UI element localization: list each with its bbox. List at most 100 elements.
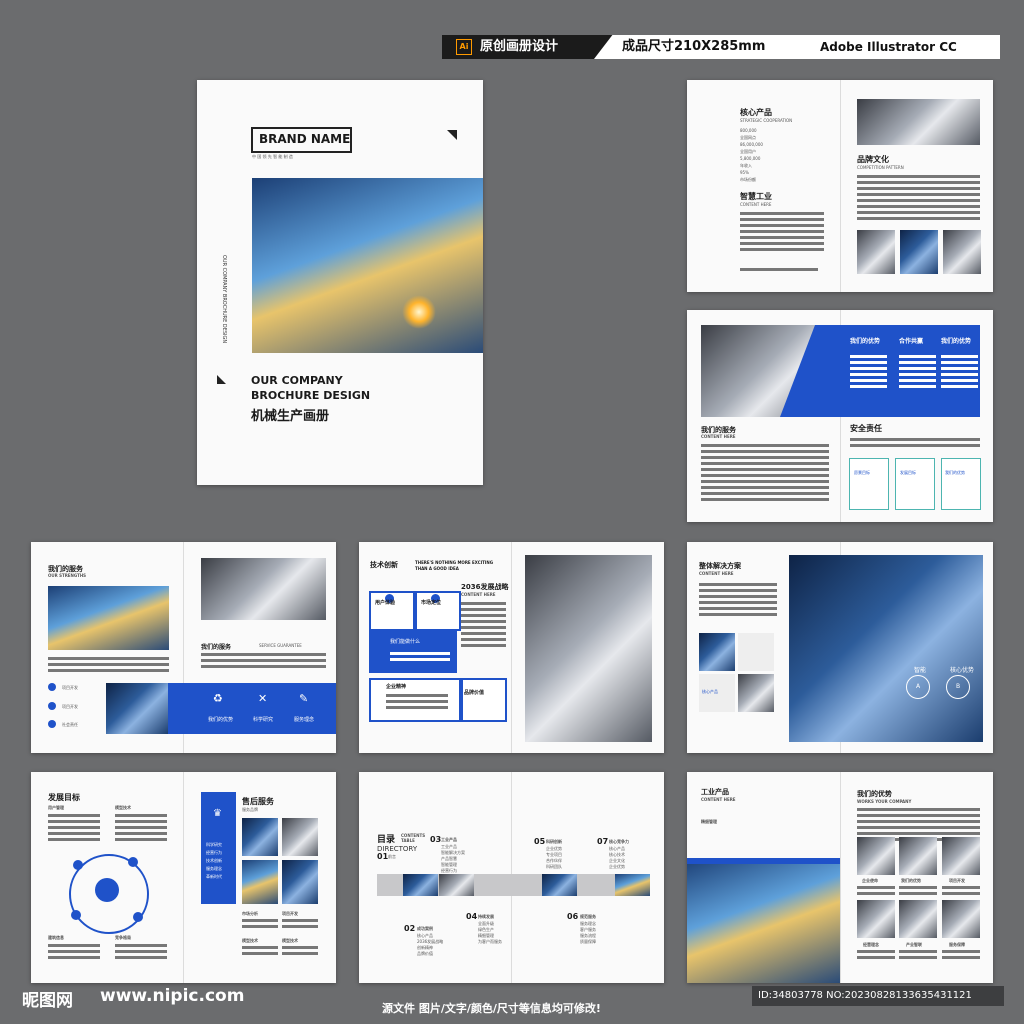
bar-item-1: 科学研究	[253, 717, 274, 723]
stat-4: 5,800,000	[740, 156, 761, 161]
circle-b: B	[946, 675, 970, 699]
solution-title: 整体解决方案	[699, 562, 741, 570]
cover-page: BRAND NAME 中 国 领 先 智 能 制 造 OUR COMPANY B…	[197, 80, 483, 485]
stat-6: 95%	[740, 170, 749, 175]
cycle-node-1	[73, 860, 83, 870]
slogan-1: THERE'S NOTHING MORE EXCITING	[415, 560, 493, 565]
spread-services: 我们的优势 合作共赢 我们的优势 我们的服务 CONTENT HERE 安全责任…	[687, 310, 993, 522]
corner-mark	[447, 130, 457, 140]
ai-icon: Ai	[456, 38, 472, 55]
dir-t05: 科研创新	[546, 839, 562, 844]
after-list-0: 科学研究	[206, 842, 222, 847]
box-market-label: 市场定位	[421, 600, 442, 606]
goal-label-0: 愿景目标	[854, 470, 870, 475]
after-list-1: 经营行为	[206, 850, 222, 855]
goal-box-0	[849, 458, 889, 510]
dir-photo-4	[615, 874, 650, 896]
stat-5: 年收入	[740, 163, 752, 168]
model-tech-2: 模型技术	[282, 938, 298, 943]
core-sub: STRATEGIC COOPERATION	[740, 118, 793, 123]
core-title: 核心产品	[740, 108, 772, 117]
dir-n02: 02	[404, 924, 416, 933]
col-title-0: 我们的优势	[850, 338, 881, 345]
cycle-node-2	[128, 857, 138, 867]
adv-label-5: 服务保障	[949, 942, 965, 947]
adv-photo-6	[942, 900, 980, 938]
dir-n05: 05	[534, 837, 546, 846]
adv-label-3: 经营理念	[863, 942, 879, 947]
recycle-icon: ♻	[213, 692, 223, 705]
col-title-2: 我们的优势	[941, 338, 972, 345]
industrial-sub: CONTENT HERE	[701, 797, 736, 802]
adv-label-4: 产业智联	[906, 942, 922, 947]
dir-s03-4: 经营行为	[441, 868, 457, 873]
dir-n01: 01	[377, 852, 389, 861]
box-brand-value-label: 品牌价值	[464, 690, 485, 696]
trophy-icon: ♛	[213, 808, 222, 819]
cycle-node-3	[133, 912, 143, 922]
dir-t02: 成功案例	[417, 926, 433, 931]
pipes-photo	[525, 555, 652, 742]
dir-t04: 持续发展	[478, 914, 494, 919]
service-bar	[168, 683, 336, 734]
dir-n04: 04	[466, 912, 478, 921]
box-what-we-do-label: 我们能做什么	[390, 639, 421, 645]
stat-3: 全国用户	[740, 149, 756, 154]
aftersales-sub: 服务品牌	[242, 807, 258, 812]
after-photo-3	[242, 860, 278, 904]
after-photo-4	[282, 860, 318, 904]
project-dev: 项目开发	[282, 911, 298, 916]
dir-t03: 工业产品	[441, 837, 457, 842]
dir-s05-3: 科研团队	[546, 864, 562, 869]
dir-n06: 06	[567, 912, 579, 921]
model-tech-1: 模型技术	[242, 938, 258, 943]
cover-vertical-text: OUR COMPANY BROCHURE DESIGN	[221, 255, 227, 344]
bar-item-0: 我们的优势	[208, 717, 234, 723]
after-photo-2	[282, 818, 318, 856]
box-spirit-label: 企业精神	[386, 684, 407, 690]
service-sub: CONTENT HERE	[701, 434, 736, 439]
adv-photo-5	[899, 900, 937, 938]
stat-0: 800,000	[740, 128, 757, 133]
workshop-photo	[106, 683, 168, 734]
strategy-sub: CONTENT HERE	[461, 592, 496, 597]
list-item-2: 社会责任	[62, 722, 78, 727]
advantage-sub: WORKS YOUR COMPANY	[857, 799, 912, 804]
cycle-node-4	[71, 910, 81, 920]
bar-item-2: 服务理念	[294, 717, 315, 723]
tag-software: Adobe Illustrator CC 2018	[800, 35, 1000, 59]
after-photo-1	[242, 818, 278, 856]
dir-s07-3: 企业优势	[609, 864, 625, 869]
robots-photo	[687, 858, 840, 983]
spread-strengths: 我们的服务 OUR STRENGTHS 项目开发 项目开发 社会责任 我们的服务…	[31, 542, 336, 753]
directory-title: 目录	[377, 835, 396, 845]
footer-notice: 源文件 图片/文字/颜色/尺寸等信息均可修改!	[382, 1002, 601, 1015]
list-dot-0	[48, 683, 56, 691]
dir-photo-3	[542, 874, 577, 896]
box-user-exp-label: 用户体验	[375, 600, 396, 606]
goal-box-1	[895, 458, 935, 510]
list-item-1: 项目开发	[62, 704, 78, 709]
tag-original: Ai 原创画册设计	[442, 35, 616, 59]
building-info: 建筑信息	[48, 935, 64, 940]
nipic-url[interactable]: www.nipic.com	[100, 986, 244, 1006]
dir-t07: 核心竞争力	[609, 839, 629, 844]
spread-goals: 发展目标 用户管理 模型技术 建筑信息 竞争格局 ♛ 科学研究 经营行为 技术创…	[31, 772, 336, 983]
cover-spark	[402, 295, 436, 329]
warehouse-photo	[48, 586, 169, 650]
brand-name: BRAND NAME	[259, 132, 351, 146]
dir-s02-3: 品牌价值	[417, 951, 433, 956]
after-list-4: 革新时代	[206, 874, 222, 879]
box-brand-value	[461, 678, 507, 722]
adv-label-0: 企业使命	[862, 878, 878, 883]
stat-1: 全国网点	[740, 135, 756, 140]
goal-label-2: 我们的优势	[945, 470, 965, 475]
thumb-2	[900, 230, 938, 274]
label-smart: 智能	[914, 667, 927, 674]
circle-a: A	[906, 675, 930, 699]
brand-tagline: 中 国 领 先 智 能 制 造	[252, 154, 293, 159]
robot-photo	[201, 558, 326, 620]
pipes-blue-photo	[789, 555, 983, 742]
dir-photo-2	[439, 874, 474, 896]
dir-s06-3: 质量保障	[580, 939, 596, 944]
